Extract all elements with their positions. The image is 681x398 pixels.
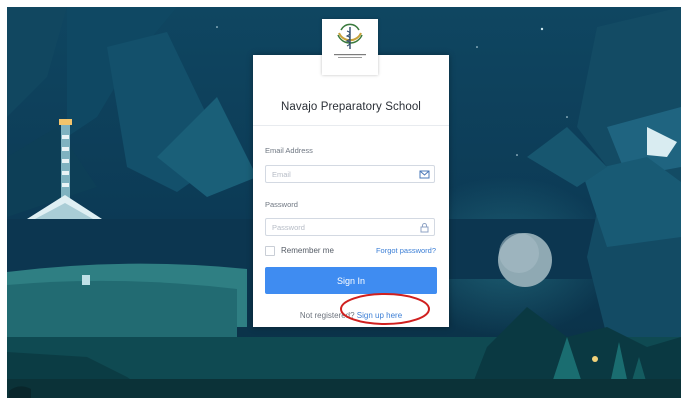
school-seal-logo-icon [334,23,366,58]
remember-me-label: Remember me [281,246,334,255]
sign-in-button[interactable]: Sign In [265,267,437,294]
school-logo [322,19,378,75]
password-label: Password [265,200,298,209]
header-divider [253,125,449,126]
sign-up-link[interactable]: Sign up here [357,311,402,320]
password-input[interactable] [272,221,412,233]
remember-me-checkbox[interactable] [265,246,275,256]
email-field[interactable] [265,165,435,183]
register-row: Not registered? Sign up here [253,311,449,320]
email-label: Email Address [265,146,313,155]
login-card: Navajo Preparatory School Email Address … [253,19,449,327]
school-name: Navajo Preparatory School [281,101,421,113]
password-field[interactable] [265,218,435,236]
login-page: Navajo Preparatory School Email Address … [7,7,681,398]
envelope-icon [419,170,430,179]
not-registered-text: Not registered? [299,311,355,320]
email-input[interactable] [272,168,412,180]
lock-icon [420,223,429,233]
forgot-password-link[interactable]: Forgot password? [376,246,436,255]
